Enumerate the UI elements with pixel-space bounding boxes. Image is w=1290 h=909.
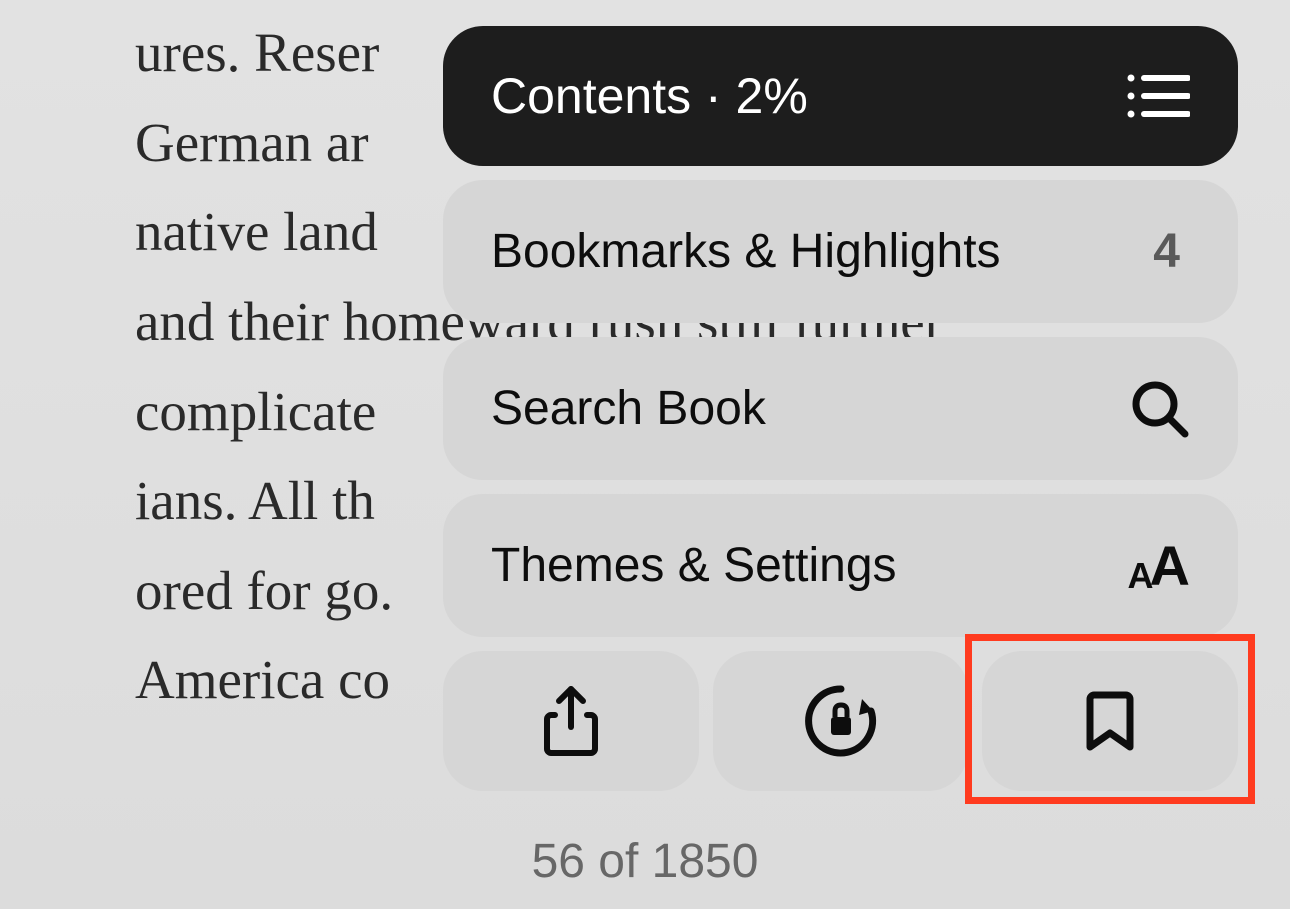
search-book-label: Search Book [491,381,766,436]
contents-button[interactable]: Contents · 2% [443,26,1238,166]
themes-settings-label: Themes & Settings [491,538,897,593]
share-button[interactable] [443,651,699,791]
search-icon [1130,379,1190,439]
page-indicator: 56 of 1850 [0,834,1290,889]
reading-menu: Contents · 2% Bookmarks & Highlights 4 S… [443,26,1238,791]
orientation-lock-button[interactable] [713,651,969,791]
bookmarks-highlights-button[interactable]: Bookmarks & Highlights 4 [443,180,1238,323]
search-book-button[interactable]: Search Book [443,337,1238,480]
orientation-lock-icon [797,681,885,761]
bookmark-icon [1086,689,1134,753]
bookmarks-count-badge: 4 [1153,224,1180,279]
list-icon [1126,71,1190,121]
contents-label: Contents · 2% [491,67,808,125]
bookmarks-highlights-label: Bookmarks & Highlights [491,224,1001,279]
bookmark-button[interactable] [982,651,1238,791]
share-icon [543,685,599,757]
action-row [443,651,1238,791]
text-size-icon: AA [1128,538,1190,594]
themes-settings-button[interactable]: Themes & Settings AA [443,494,1238,637]
